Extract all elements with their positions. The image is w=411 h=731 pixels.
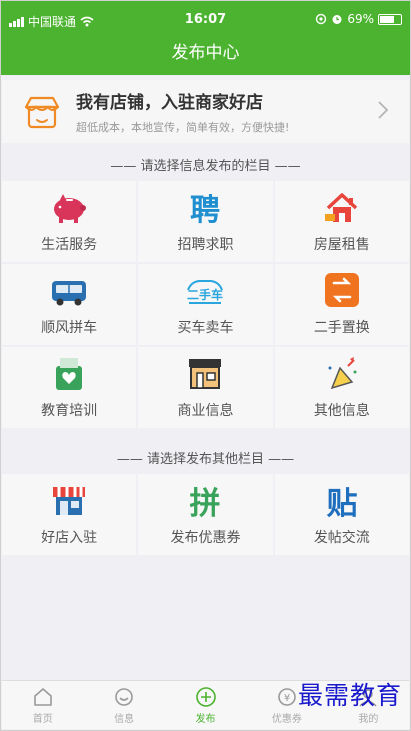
swap-icon <box>324 272 359 307</box>
tab-info[interactable]: 信息 <box>83 681 164 729</box>
merchant-title: 我有店铺，入驻商家好店 <box>76 93 263 113</box>
svg-text:¥: ¥ <box>284 693 290 704</box>
group-buy-icon: 拼 <box>190 486 221 519</box>
recruit-icon: 聘 <box>190 193 220 226</box>
category-second-hand[interactable]: 二手置换 <box>274 264 409 345</box>
home-icon <box>33 687 52 706</box>
svg-text:聘: 聘 <box>190 193 220 226</box>
chevron-right-icon <box>378 101 389 119</box>
tab-home[interactable]: 首页 <box>2 681 83 729</box>
shop-icon <box>24 96 60 128</box>
coupon-icon: ¥ <box>278 687 296 706</box>
battery-icon <box>378 13 402 25</box>
merchant-join-banner[interactable]: 我有店铺，入驻商家好店 超低成本，本地宣传，简单有效，方便快捷! <box>2 80 409 143</box>
page-title: 发布中心 <box>171 43 240 63</box>
orientation-lock-icon <box>316 13 327 25</box>
merchant-subtitle: 超低成本，本地宣传，简单有效，方便快捷! <box>76 121 290 134</box>
car-icon: 二手车 <box>187 279 223 304</box>
watermark-text: 最需教育 <box>297 681 402 710</box>
battery-percent: 69% <box>347 12 374 26</box>
smile-icon <box>115 687 133 706</box>
bus-icon <box>52 280 87 305</box>
party-icon <box>328 356 357 389</box>
storefront-icon <box>189 358 222 389</box>
other-category-grid: 好店入驻 拼 发布优惠券 贴 发帖交流 <box>2 474 409 555</box>
category-recruit[interactable]: 聘 招聘求职 <box>138 181 273 262</box>
category-carpool[interactable]: 顺风拼车 <box>2 264 137 345</box>
category-life-service[interactable]: 生活服务 <box>2 181 137 262</box>
post-icon: 贴 <box>326 486 357 519</box>
app-screen: 中国联通 16:07 69% 发布中心 我有店铺，入驻商家好店 超低成本，本地宣… <box>0 0 411 731</box>
section-title-info: —— 请选择信息发布的栏目 —— <box>110 159 301 174</box>
category-education[interactable]: 教育培训 <box>2 347 137 428</box>
tab-publish[interactable]: 发布 <box>165 681 246 729</box>
category-other[interactable]: 其他信息 <box>274 347 409 428</box>
alarm-icon <box>332 15 342 24</box>
education-bag-icon <box>56 357 83 390</box>
nav-bar: 发布中心 <box>1 39 410 75</box>
awning-shop-icon <box>53 486 86 515</box>
status-bar: 中国联通 16:07 69% <box>1 1 410 39</box>
info-category-grid: 生活服务 聘 招聘求职 房屋租售 顺风拼车 二手车 买车卖车 二手置换 教育培训… <box>2 181 409 428</box>
category-business[interactable]: 商业信息 <box>138 347 273 428</box>
category-house[interactable]: 房屋租售 <box>274 181 409 262</box>
house-icon <box>324 192 358 222</box>
svg-text:贴: 贴 <box>326 486 357 519</box>
category-post[interactable]: 贴 发帖交流 <box>274 474 409 555</box>
plus-circle-icon <box>195 686 216 707</box>
category-shop-join[interactable]: 好店入驻 <box>2 474 137 555</box>
section-title-other: —— 请选择发布其他栏目 —— <box>116 452 295 467</box>
category-coupon[interactable]: 拼 发布优惠券 <box>138 474 273 555</box>
svg-text:二手车: 二手车 <box>187 287 223 302</box>
piggy-bank-icon <box>54 193 87 223</box>
svg-text:拼: 拼 <box>190 486 221 519</box>
category-car-trade[interactable]: 二手车 买车卖车 <box>138 264 273 345</box>
